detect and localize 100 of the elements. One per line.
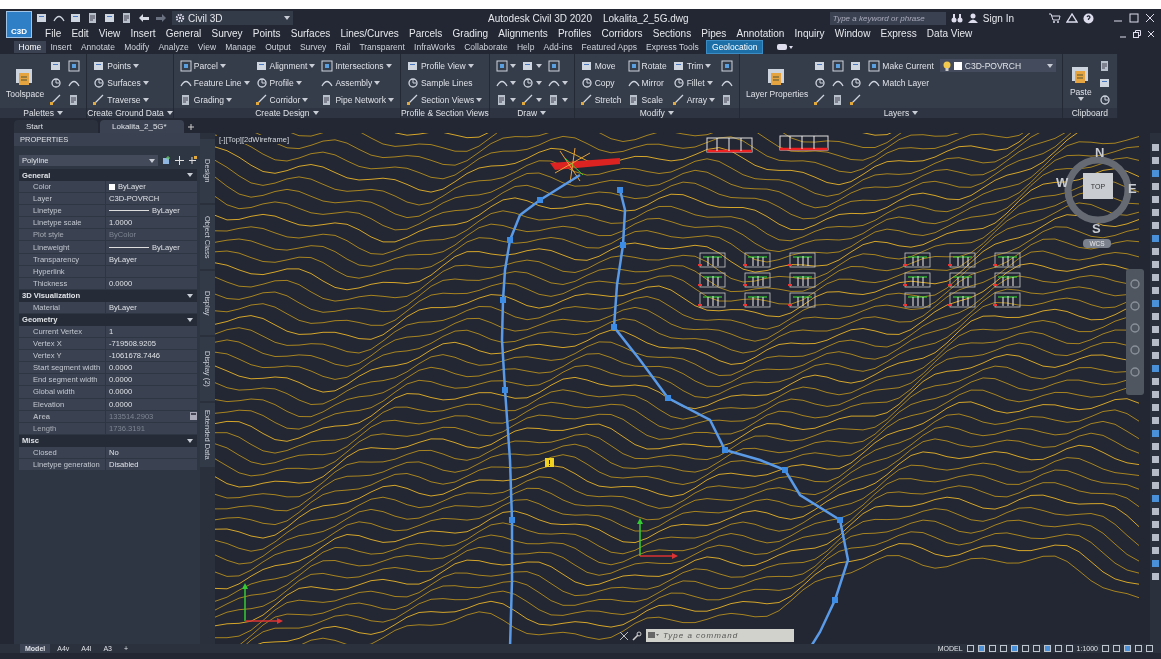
application-button[interactable]: C3D [6,11,32,38]
panel-title[interactable]: Create Ground Data [87,108,173,118]
menu-item[interactable]: Express [875,28,922,39]
ribbon-button[interactable]: Section Views [406,93,483,106]
ribbon-button[interactable]: Surfaces [93,76,167,89]
search-field[interactable]: Type a keyword or phrase [829,11,946,25]
caret-icon[interactable] [187,173,193,177]
cross-section-drawing[interactable] [706,137,753,153]
ribbon-tab[interactable]: Analyze [153,41,194,53]
ribbon-button[interactable] [1098,76,1111,89]
caret-icon[interactable] [476,97,483,102]
caret-icon[interactable] [385,63,392,68]
ribbon-button[interactable] [814,59,827,72]
wrench-icon[interactable] [632,630,642,641]
menu-item[interactable]: Corridors [596,28,648,39]
menu-item[interactable]: Parcels [403,28,448,39]
caret-icon[interactable] [132,63,139,68]
ribbon-button[interactable]: Layer Properties [745,66,809,99]
ribbon-button[interactable] [50,59,63,72]
ribbon-button[interactable]: Trim [672,59,715,72]
cross-section-drawing[interactable] [788,292,816,308]
ribbon-button[interactable]: Alignment [255,59,316,72]
restore-icon[interactable] [1133,29,1141,38]
cross-section-drawing[interactable] [743,252,771,268]
ribbon-button[interactable]: Array [672,93,715,106]
menu-item[interactable]: Grading [447,28,494,39]
ribbon-button[interactable]: Traverse [93,93,167,106]
ribbon-button[interactable] [814,93,827,106]
ribbon-button[interactable] [814,76,827,89]
cross-section-drawing[interactable] [698,292,726,308]
menu-item[interactable]: Sections [647,28,697,39]
ribbon-button[interactable]: Feature Line [179,76,250,89]
menu-item[interactable]: Surfaces [285,28,336,39]
ribbon-button[interactable] [1098,59,1111,72]
caret-icon[interactable] [1077,96,1084,101]
help-icon[interactable] [1083,12,1094,24]
menu-item[interactable]: Profiles [552,28,597,39]
caret-icon[interactable] [219,63,226,68]
ribbon-tab[interactable]: Transparent [354,41,410,53]
save-icon[interactable] [70,12,82,24]
caret-icon[interactable] [243,80,250,85]
caret-icon[interactable] [561,97,568,102]
cross-section-drawing[interactable] [948,272,976,288]
caret-icon[interactable] [302,97,309,102]
ribbon-tab[interactable]: Add-ins [539,41,577,53]
menu-item[interactable]: Insert [125,28,161,39]
ribbon-button[interactable] [720,59,733,72]
ribbon-tab[interactable]: Express Tools [641,41,704,53]
cross-section-drawing[interactable] [788,272,816,288]
ribbon-button[interactable] [50,76,63,89]
caret-icon[interactable] [540,111,547,115]
ribbon-tab[interactable]: Survey [295,41,331,53]
ribbon-tab[interactable]: Output [260,41,296,53]
menu-item[interactable]: Data View [921,28,978,39]
panel-title[interactable]: Draw [489,108,574,118]
cross-section-drawing[interactable] [779,135,829,151]
ribbon-tab[interactable]: Insert [45,41,77,53]
menu-item[interactable]: Annotation [731,28,790,39]
cross-section-drawing[interactable] [743,292,771,308]
ribbon-tab[interactable]: View [193,41,221,53]
ribbon-tab[interactable]: Modify [119,41,154,53]
caret-icon[interactable] [226,97,233,102]
panel-title[interactable]: Profile & Section Views [400,108,489,118]
caret-icon[interactable] [374,80,381,85]
caret-icon[interactable] [509,80,516,85]
ribbon-button[interactable] [521,93,542,106]
toggle-icon[interactable] [777,43,793,51]
ribbon-button[interactable]: Profile View [406,59,483,72]
ribbon-button[interactable] [850,76,863,89]
ribbon-tab[interactable]: Collaborate [459,41,513,53]
caret-icon[interactable] [912,111,919,115]
panel-title[interactable]: Modify [574,108,739,118]
cross-section-drawing[interactable] [948,252,976,268]
ribbon-button[interactable]: Scale [627,93,667,106]
ribbon-tab[interactable]: Home [14,41,46,53]
menu-item[interactable]: Points [247,28,286,39]
cross-section-drawing[interactable] [993,272,1021,288]
cross-section-drawing[interactable] [903,292,931,308]
close-icon[interactable] [1145,13,1155,23]
caret-icon[interactable] [535,63,542,68]
ribbon-button[interactable] [850,93,863,106]
panel-title[interactable]: Palettes [0,108,87,118]
ribbon-button[interactable] [521,76,542,89]
cross-section-drawing[interactable] [903,272,931,288]
cross-section-drawing[interactable] [743,272,771,288]
ribbon-button[interactable]: Match Layer [868,76,934,89]
ribbon-tab[interactable]: Help [512,41,539,53]
ribbon-button[interactable]: Profile [255,76,316,89]
caret-icon[interactable] [295,80,302,85]
sign-in-link[interactable]: Sign In [982,12,1014,24]
ribbon-button[interactable] [850,59,863,72]
ribbon-button[interactable]: Copy [580,76,622,89]
ribbon-button[interactable]: Assembly [321,76,394,89]
menu-item[interactable]: Survey [206,28,248,39]
panel-title[interactable]: Clipboard [1062,108,1117,118]
binoculars-icon[interactable] [950,13,963,23]
undo-icon[interactable] [138,13,150,23]
ribbon-button[interactable]: Fillet [672,76,715,89]
command-history-icon[interactable] [646,629,660,642]
ribbon-button[interactable]: Points [93,59,167,72]
